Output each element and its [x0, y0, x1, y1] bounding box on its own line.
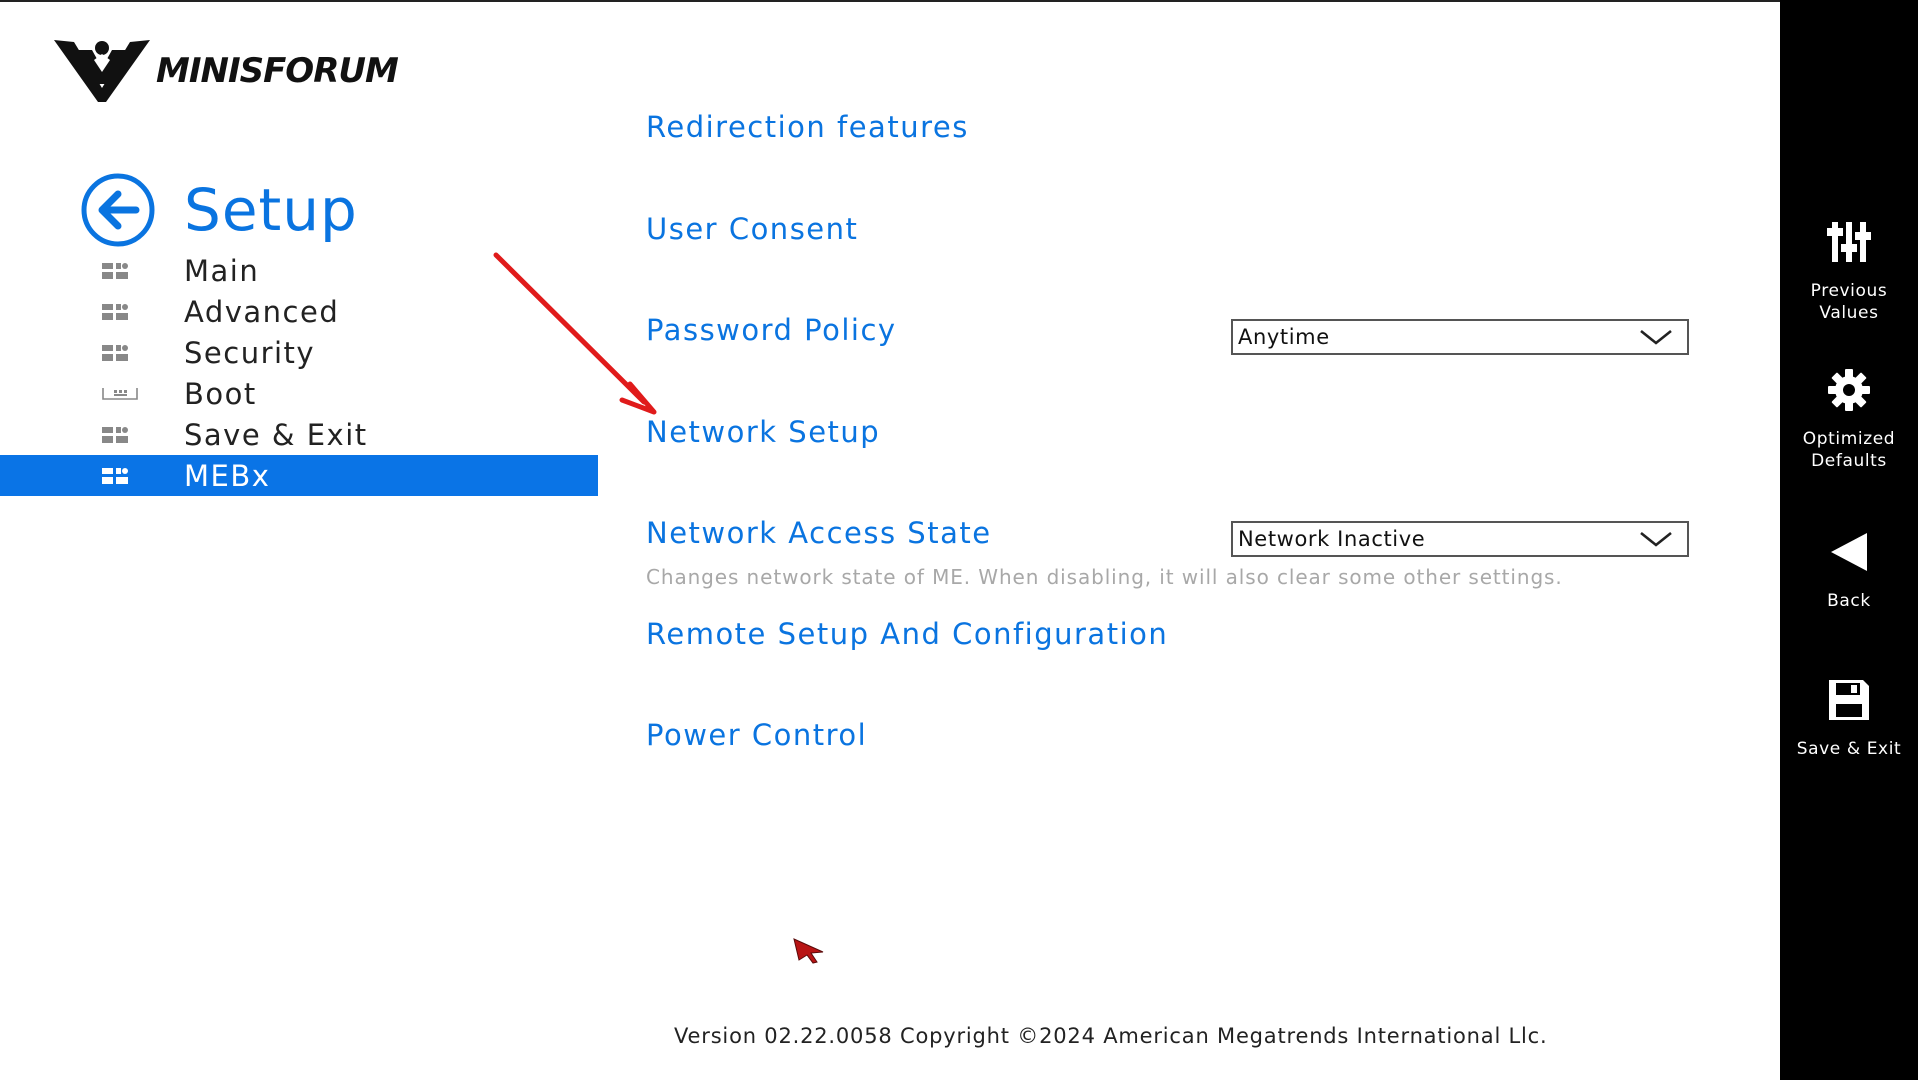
sidebar-item-label: Boot: [184, 376, 257, 411]
password-policy-value: Anytime: [1238, 325, 1330, 349]
sidebar-item-label: MEBx: [184, 458, 271, 493]
menu-network-setup[interactable]: Network Setup: [646, 415, 880, 449]
menu-password-policy[interactable]: Password Policy: [646, 313, 897, 347]
app-grid-icon: [102, 467, 128, 484]
app-grid-icon: [102, 344, 128, 361]
top-border: [0, 0, 1780, 2]
sidebar-nav: Main Advanced Security Boot Save & Exit: [0, 250, 598, 496]
app-grid-icon: [102, 426, 128, 443]
back-triangle-icon: [1831, 533, 1867, 571]
version-footer: Version 02.22.0058 Copyright ©2024 Ameri…: [674, 1024, 1548, 1048]
sidebar-item-mebx[interactable]: MEBx: [0, 455, 598, 496]
sliders-icon: [1827, 222, 1871, 262]
save-exit-label: Save & Exit: [1796, 739, 1902, 759]
sidebar-item-save-exit[interactable]: Save & Exit: [0, 414, 598, 455]
mouse-cursor-icon: [793, 938, 824, 964]
password-policy-select[interactable]: Anytime: [1231, 319, 1689, 355]
sidebar-item-security[interactable]: Security: [0, 332, 598, 373]
sidebar-item-boot[interactable]: Boot: [0, 373, 598, 414]
sidebar-item-main[interactable]: Main: [0, 250, 598, 291]
app-grid-icon: [102, 303, 128, 320]
network-access-state-select[interactable]: Network Inactive: [1231, 521, 1689, 557]
chevron-down-icon: [1640, 329, 1672, 345]
boot-tray-icon: [102, 387, 138, 400]
sidebar-item-label: Advanced: [184, 294, 340, 329]
menu-remote-setup-configuration[interactable]: Remote Setup And Configuration: [646, 617, 1168, 651]
menu-redirection-features[interactable]: Redirection features: [646, 110, 969, 144]
brand-logo: MINISFORUM: [52, 32, 399, 104]
optimized-defaults-button[interactable]: Optimized Defaults: [1780, 368, 1918, 472]
back-label: Back: [1827, 591, 1871, 611]
save-floppy-icon: [1829, 680, 1869, 720]
chevron-down-icon: [1640, 531, 1672, 547]
minisforum-logo-icon: [54, 40, 150, 102]
menu-power-control[interactable]: Power Control: [646, 718, 867, 752]
network-access-state-value: Network Inactive: [1238, 527, 1426, 551]
network-access-help-text: Changes network state of ME. When disabl…: [646, 565, 1563, 589]
menu-network-access-state[interactable]: Network Access State: [646, 516, 992, 550]
right-toolbar: Previous Values Optimized Defaults Back: [1780, 0, 1918, 1080]
previous-values-button[interactable]: Previous Values: [1780, 220, 1918, 324]
menu-user-consent[interactable]: User Consent: [646, 212, 858, 246]
save-exit-button[interactable]: Save & Exit: [1780, 678, 1918, 760]
setup-header: Setup: [80, 172, 358, 248]
gear-icon: [1828, 369, 1870, 411]
page-title: Setup: [184, 176, 358, 244]
app-grid-icon: [102, 262, 128, 279]
back-arrow-circle-icon[interactable]: [80, 172, 156, 248]
sidebar-item-label: Security: [184, 335, 316, 370]
sidebar-item-label: Main: [184, 253, 260, 288]
previous-values-label: Previous Values: [1810, 281, 1888, 323]
optimized-defaults-label: Optimized Defaults: [1802, 429, 1896, 471]
back-button[interactable]: Back: [1780, 530, 1918, 612]
sidebar-item-label: Save & Exit: [184, 417, 368, 452]
logo-text: MINISFORUM: [156, 51, 399, 91]
sidebar-item-advanced[interactable]: Advanced: [0, 291, 598, 332]
